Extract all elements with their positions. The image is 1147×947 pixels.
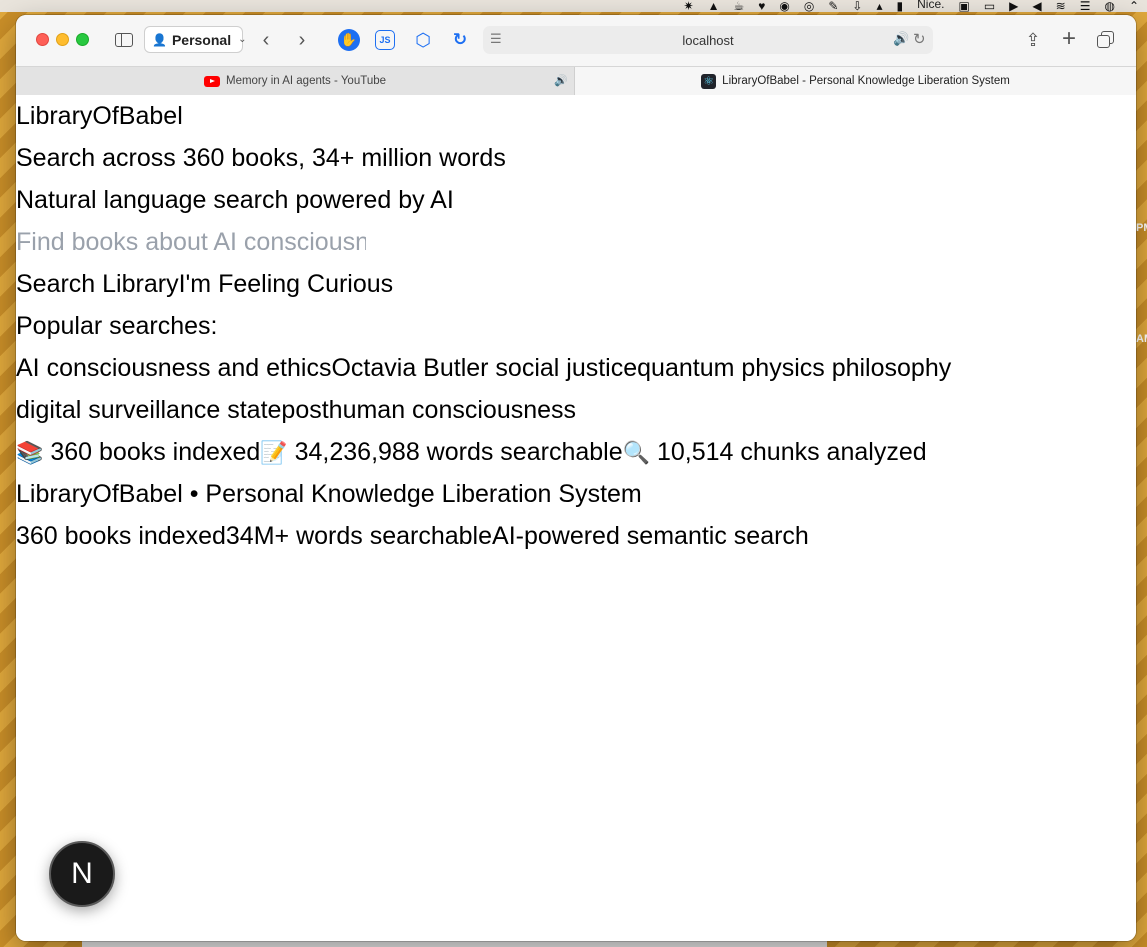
popular-searches-label: Popular searches: <box>16 312 218 340</box>
macos-menubar: ✷ ▲ ☕ ♥ ◉ ◎ ✎ ⇩ ▴ ▮ Nice. ▣ ▭ ▶ ◀ ≋ ☰ ◍ … <box>0 0 1147 12</box>
wifi-icon[interactable]: ≋ <box>1056 0 1066 12</box>
page-content: LibraryOfBabel Search across 360 books, … <box>16 95 1136 941</box>
browser-window: 👤 Personal ⌄ ‹ › ✋ JS ⬡ ↻ ☰ localhost 🔊 … <box>16 15 1136 941</box>
search-buttons-row: Search LibraryI'm Feeling Curious <box>16 263 393 305</box>
stat-words: 34,236,988 words searchable <box>294 438 623 466</box>
browser-toolbar: 👤 Personal ⌄ ‹ › ✋ JS ⬡ ↻ ☰ localhost 🔊 … <box>16 15 1136 66</box>
popular-search-button[interactable]: quantum physics philosophy <box>637 347 951 389</box>
footer-feature: 360 books indexed <box>16 522 226 550</box>
chevron-left-icon: ‹ <box>262 29 270 51</box>
menubar-app-icon[interactable]: ◎ <box>804 0 814 12</box>
tab-bar: Memory in AI agents - YouTube 🔊 ⚛ Librar… <box>16 66 1136 95</box>
feeling-curious-button[interactable]: I'm Feeling Curious <box>179 263 394 305</box>
popular-search-button[interactable]: posthuman consciousness <box>281 389 576 431</box>
menubar-app-icon[interactable]: ⌃ <box>1129 0 1139 12</box>
sidebar-toggle-button[interactable] <box>113 30 135 50</box>
tab-title: Memory in AI agents - YouTube <box>225 75 387 87</box>
menubar-status-text: Nice. <box>917 0 945 11</box>
sidebar-icon <box>115 33 133 47</box>
popular-search-button[interactable]: digital surveillance state <box>16 389 281 431</box>
address-bar[interactable]: ☰ localhost 🔊 ↻ <box>483 26 933 54</box>
play-icon[interactable]: ▶ <box>1009 0 1018 12</box>
tab-youtube[interactable]: Memory in AI agents - YouTube 🔊 <box>16 67 575 95</box>
search-input[interactable] <box>16 221 366 263</box>
close-window-button[interactable] <box>36 33 49 46</box>
forward-button[interactable]: › <box>292 29 312 51</box>
sync-extension-icon[interactable]: ↻ <box>449 29 471 51</box>
back-button[interactable]: ‹ <box>256 29 276 51</box>
popular-search-button[interactable]: AI consciousness and ethics <box>16 347 331 389</box>
display-icon[interactable]: ▭ <box>984 0 995 12</box>
javascript-extension-icon[interactable]: JS <box>375 30 395 50</box>
footer-features: 360 books indexed34M+ words searchableAI… <box>16 515 809 557</box>
share-button[interactable]: ⇪ <box>1022 28 1044 52</box>
stats-row: 📚 360 books indexed📝 34,236,988 words se… <box>16 431 927 473</box>
youtube-icon <box>203 75 220 87</box>
popular-searches-row: AI consciousness and ethicsOctavia Butle… <box>16 347 951 389</box>
url-text: localhost <box>682 32 734 48</box>
person-icon: 👤 <box>152 32 167 47</box>
share-icon: ⇪ <box>1025 30 1041 50</box>
menubar-app-icon[interactable]: ▴ <box>876 0 882 12</box>
audio-playing-icon[interactable]: 🔊 <box>893 31 909 47</box>
memo-icon: 📝 <box>260 441 288 466</box>
page-menu-icon[interactable]: ☰ <box>490 32 504 46</box>
minimize-window-button[interactable] <box>56 33 69 46</box>
chevron-right-icon: › <box>298 29 306 51</box>
maximize-window-button[interactable] <box>76 33 89 46</box>
menubar-app-icon[interactable]: ✷ <box>684 0 694 12</box>
stat-chunks: 10,514 chunks analyzed <box>656 438 927 466</box>
siri-icon[interactable]: ◍ <box>1104 0 1114 12</box>
popular-searches-row: digital surveillance stateposthuman cons… <box>16 389 576 431</box>
footer-feature: AI-powered semantic search <box>492 522 809 550</box>
menubar-app-icon[interactable]: ✎ <box>828 0 838 12</box>
menubar-app-icon[interactable]: ▮ <box>897 0 904 12</box>
menubar-app-icon[interactable]: ◉ <box>779 0 789 12</box>
volume-icon[interactable]: ◀ <box>1032 0 1041 12</box>
profile-selector[interactable]: 👤 Personal ⌄ <box>144 26 247 53</box>
profile-label: Personal <box>171 31 232 48</box>
chevron-down-icon: ⌄ <box>238 34 247 45</box>
tab-overview-icon-back <box>1097 35 1110 48</box>
desktop-side-label: AM <box>1136 333 1147 345</box>
app-title: LibraryOfBabel <box>16 102 183 130</box>
page-tagline: Natural language search powered by AI <box>16 186 454 214</box>
nextjs-dev-tools-button[interactable]: N <box>49 841 115 907</box>
control-center-icon[interactable]: ☰ <box>1080 0 1091 12</box>
hand-extension-icon[interactable]: ✋ <box>338 29 360 51</box>
tab-title: LibraryOfBabel - Personal Knowledge Libe… <box>722 75 1010 87</box>
nextjs-logo-icon: N <box>71 857 93 890</box>
stat-books: 360 books indexed <box>50 438 261 466</box>
footer-feature: 34M+ words searchable <box>225 522 493 550</box>
new-tab-button[interactable]: + <box>1058 27 1080 51</box>
menubar-app-icon[interactable]: ▲ <box>708 0 720 12</box>
popular-search-button[interactable]: Octavia Butler social justice <box>331 347 637 389</box>
menubar-app-icon[interactable]: ☕ <box>734 0 745 12</box>
books-icon: 📚 <box>16 441 44 466</box>
plus-icon: + <box>1061 25 1076 52</box>
footer-title: LibraryOfBabel • Personal Knowledge Libe… <box>16 480 642 508</box>
tab-audio-icon[interactable]: 🔊 <box>554 74 568 87</box>
cube-extension-icon[interactable]: ⬡ <box>412 29 434 51</box>
react-icon: ⚛ <box>701 73 717 89</box>
search-library-button[interactable]: Search Library <box>16 263 179 305</box>
reload-icon[interactable]: ↻ <box>913 30 926 48</box>
tab-overview-button[interactable] <box>1095 28 1117 52</box>
menubar-app-icon[interactable]: ▣ <box>958 0 969 12</box>
menubar-app-icon[interactable]: ♥ <box>758 0 765 12</box>
tab-libraryofbabel[interactable]: ⚛ LibraryOfBabel - Personal Knowledge Li… <box>575 67 1136 95</box>
magnifier-icon: 🔍 <box>622 441 651 466</box>
page-subtitle: Search across 360 books, 34+ million wor… <box>16 144 506 172</box>
menubar-app-icon[interactable]: ⇩ <box>852 0 862 12</box>
desktop-side-label: PM <box>1136 222 1147 234</box>
